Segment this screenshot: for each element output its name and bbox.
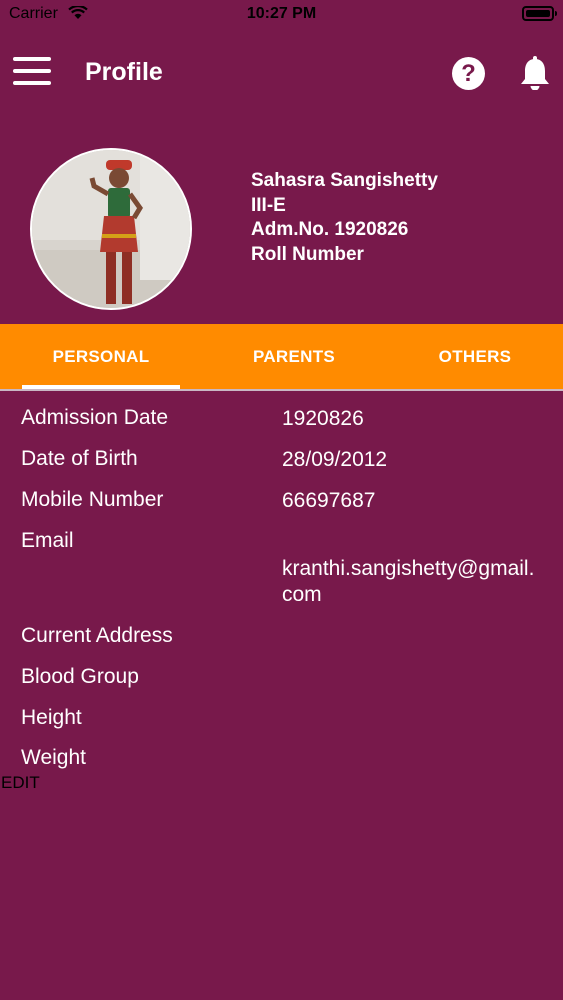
page-title: Profile (85, 58, 163, 86)
height-label: Height (21, 706, 82, 729)
profile-info: Sahasra Sangishetty III-E Adm.No. 192082… (251, 169, 438, 267)
email-value-line: com (282, 583, 322, 606)
date-of-birth-value: 28/09/2012 (282, 448, 388, 471)
current-address-label: Current Address (21, 624, 173, 647)
status-time: 10:27 PM (246, 5, 317, 22)
student-name: Sahasra Sangishetty (251, 170, 438, 191)
divider (0, 389, 563, 391)
profile-photo (32, 150, 190, 308)
email-value: kranthi.sangishetty@gmail. com (282, 556, 534, 608)
email-value-line: kranthi.sangishetty@gmail. (282, 557, 535, 580)
mobile-number-value: 66697687 (282, 489, 376, 512)
blood-group-label: Blood Group (21, 665, 139, 688)
avatar (30, 148, 192, 310)
roll-number: Roll Number (251, 243, 364, 265)
edit-button[interactable]: EDIT (1, 773, 40, 793)
admission-date-label: Admission Date (21, 406, 169, 429)
tab-parents[interactable]: PARENTS (215, 324, 373, 389)
admission-date-value: 1920826 (282, 407, 364, 430)
admission-number: Adm.No. 1920826 (251, 219, 409, 240)
help-icon[interactable]: ? (452, 57, 485, 90)
tab-others[interactable]: OTHERS (396, 324, 554, 389)
student-class: III-E (251, 194, 286, 216)
hamburger-menu-icon[interactable] (13, 57, 51, 85)
tab-personal[interactable]: PERSONAL (22, 324, 180, 389)
date-of-birth-label: Date of Birth (21, 447, 138, 470)
battery-icon (522, 6, 557, 21)
status-bar: Carrier 10:27 PM (0, 0, 563, 30)
tab-bar: PERSONAL PARENTS OTHERS (0, 324, 563, 389)
mobile-number-label: Mobile Number (21, 488, 164, 511)
bell-icon[interactable] (519, 56, 551, 90)
email-label: Email (21, 529, 74, 552)
weight-label: Weight (21, 746, 86, 769)
